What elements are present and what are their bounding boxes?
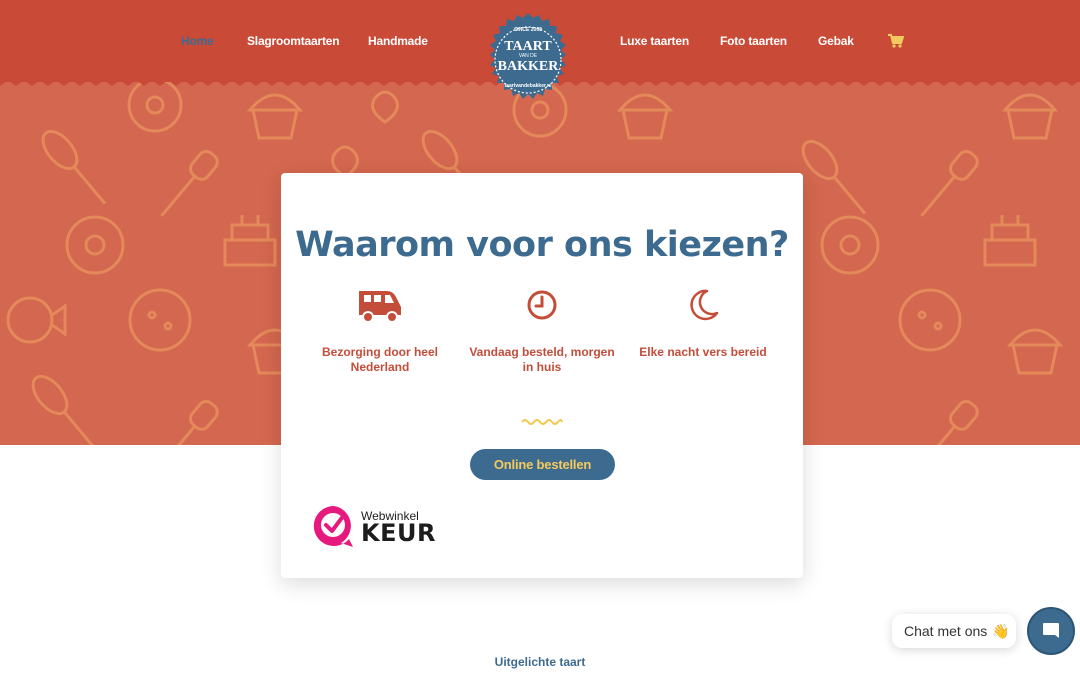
nav-slagroomtaarten[interactable]: Slagroomtaarten <box>247 34 340 48</box>
featured-cake-heading: Uitgelichte taart <box>494 655 586 669</box>
webwinkel-keur-badge[interactable]: Webwinkel KEUR <box>311 503 435 549</box>
van-icon <box>359 291 401 323</box>
keur-logo-icon <box>313 505 353 547</box>
feature-fresh: Elke nacht vers bereid <box>628 285 778 360</box>
nav-home[interactable]: Home <box>181 34 214 48</box>
keur-main-text: KEUR <box>361 519 436 547</box>
svg-text:TAART: TAART <box>504 39 552 54</box>
feature-delivery: Bezorging door heel Nederland <box>305 285 455 375</box>
card-title: Waarom voor ons kiezen? <box>295 225 789 265</box>
feature-label: Bezorging door heel Nederland <box>321 345 438 374</box>
wave-icon: 👋 <box>992 622 1010 639</box>
cart-icon[interactable] <box>888 34 904 48</box>
nav-foto-taarten[interactable]: Foto taarten <box>720 34 787 48</box>
moon-icon <box>690 289 719 321</box>
online-order-button[interactable]: Online bestellen <box>470 449 615 480</box>
chat-prompt-bubble[interactable]: Chat met ons 👋 <box>892 614 1016 648</box>
feature-label: Elke nacht vers bereid <box>639 345 767 359</box>
chat-icon <box>1043 623 1059 638</box>
chat-launcher-button[interactable] <box>1027 607 1075 655</box>
svg-text:taartvandebakker.nl: taartvandebakker.nl <box>505 83 553 89</box>
divider-squiggle <box>521 419 563 425</box>
nav-handmade[interactable]: Handmade <box>368 34 428 48</box>
svg-text:BAKKER: BAKKER <box>498 59 560 74</box>
nav-luxe-taarten[interactable]: Luxe taarten <box>620 34 689 48</box>
nav-gebak[interactable]: Gebak <box>818 34 854 48</box>
site-logo[interactable]: SINCE 2008 TAART VAN DE BAKKER taartvand… <box>480 12 576 108</box>
why-choose-us-card: Waarom voor ons kiezen? Bezorging door h… <box>281 173 803 578</box>
feature-label: Vandaag besteld, morgen in huis <box>469 345 615 374</box>
clock-icon <box>527 290 557 320</box>
feature-next-day: Vandaag besteld, morgen in huis <box>467 285 617 375</box>
svg-text:SINCE 2008: SINCE 2008 <box>514 27 542 33</box>
chat-label: Chat met ons <box>904 623 988 639</box>
